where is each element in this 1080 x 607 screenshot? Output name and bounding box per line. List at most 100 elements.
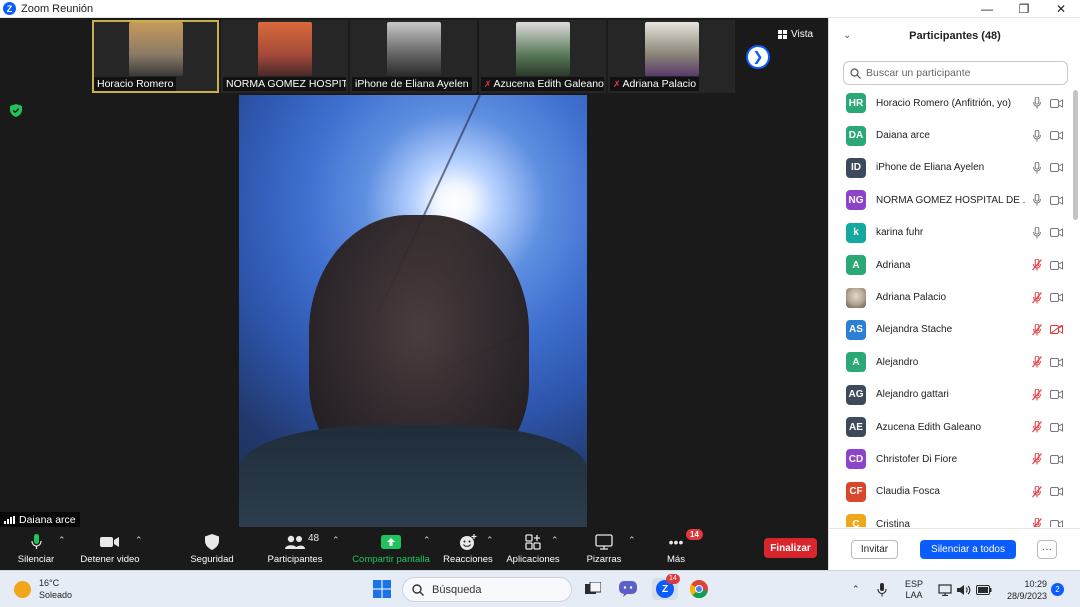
participant-row[interactable]: NG NORMA GOMEZ HOSPITAL DE ... — [829, 184, 1071, 216]
participant-row[interactable]: CF Claudia Fosca — [829, 476, 1071, 508]
mic-muted-icon[interactable] — [1032, 291, 1042, 304]
mic-muted-icon[interactable] — [1032, 485, 1042, 498]
participant-row[interactable]: ID iPhone de Eliana Ayelen — [829, 152, 1071, 184]
share-screen-icon — [381, 533, 401, 551]
mute-options-caret[interactable]: ⌃ — [58, 535, 66, 546]
signal-icon — [4, 515, 15, 524]
notification-badge[interactable]: 2 — [1051, 583, 1064, 596]
share-options-caret[interactable]: ⌃ — [423, 535, 431, 546]
thumbnail-0[interactable]: Horacio Romero — [92, 20, 219, 93]
zoom-taskbar-icon[interactable]: Z 14 — [652, 574, 680, 600]
language-indicator[interactable]: ESP LAA — [905, 571, 923, 607]
security-button[interactable]: Seguridad — [189, 528, 235, 570]
network-icon[interactable] — [938, 571, 952, 607]
whiteboards-options-caret[interactable]: ⌃ — [628, 535, 636, 546]
camera-icon[interactable] — [1049, 131, 1063, 141]
participant-search-input[interactable]: Buscar un participante — [843, 61, 1068, 85]
invite-button[interactable]: Invitar — [851, 540, 898, 559]
maximize-button[interactable]: ❐ — [1006, 0, 1042, 18]
microphone-icon[interactable] — [1032, 161, 1042, 174]
camera-icon[interactable] — [1049, 422, 1063, 432]
participants-count: 48 — [308, 533, 320, 544]
taskbar-search-box[interactable]: Búsqueda — [402, 577, 572, 602]
microphone-icon[interactable] — [1032, 194, 1042, 206]
camera-icon[interactable] — [1049, 163, 1063, 173]
camera-icon[interactable] — [1049, 487, 1063, 497]
view-button[interactable]: Vista — [778, 26, 813, 42]
mic-muted-icon[interactable] — [1032, 259, 1042, 271]
participant-name: Adriana — [876, 259, 911, 271]
task-view-icon[interactable] — [582, 578, 604, 600]
thumbnail-name: ✗ Adriana Palacio — [610, 77, 700, 91]
camera-icon[interactable] — [1049, 357, 1063, 367]
thumbnail-name: iPhone de Eliana Ayelen — [352, 77, 472, 91]
participant-row[interactable]: AS Alejandra Stache — [829, 314, 1071, 346]
thumbnail-3[interactable]: ✗ Azucena Edith Galeano — [479, 20, 606, 93]
camera-icon[interactable] — [1049, 228, 1063, 238]
mic-muted-icon[interactable] — [1032, 421, 1042, 433]
avatar: AS — [846, 319, 866, 340]
collapse-chevron-icon[interactable]: ⌄ — [843, 30, 851, 41]
apps-icon — [525, 533, 541, 551]
camera-icon[interactable] — [1049, 260, 1063, 270]
camera-icon[interactable] — [1049, 519, 1063, 527]
participant-row[interactable]: C Cristina — [829, 508, 1071, 527]
camera-icon[interactable] — [1049, 293, 1063, 303]
microphone-icon[interactable] — [1032, 97, 1042, 109]
stop-video-button[interactable]: Detener video — [80, 528, 140, 570]
people-icon — [285, 533, 305, 551]
reactions-options-caret[interactable]: ⌃ — [486, 535, 494, 546]
battery-icon[interactable] — [976, 571, 992, 607]
next-page-button[interactable]: ❯ — [746, 45, 770, 69]
weather-widget[interactable]: 16°C Soleado — [14, 577, 72, 601]
participant-row[interactable]: HR Horacio Romero (Anfitrión, yo) — [829, 87, 1071, 119]
clock[interactable]: 10:29 28/9/2023 — [1003, 571, 1047, 607]
microphone-icon[interactable] — [1032, 129, 1042, 142]
start-button[interactable] — [371, 578, 393, 600]
participant-name: Cristina — [876, 518, 910, 527]
whiteboard-icon — [595, 533, 613, 551]
camera-icon[interactable] — [1049, 454, 1063, 464]
camera-icon[interactable] — [1049, 390, 1063, 400]
camera-icon[interactable] — [1049, 195, 1063, 205]
participant-row[interactable]: k karina fuhr — [829, 217, 1071, 249]
camera-off-icon[interactable] — [1049, 325, 1063, 335]
whiteboards-button[interactable]: Pizarras — [583, 528, 625, 570]
mic-muted-icon[interactable] — [1032, 388, 1042, 401]
mute-button[interactable]: Silenciar — [14, 528, 58, 570]
thumbnail-2[interactable]: iPhone de Eliana Ayelen — [350, 20, 477, 93]
end-meeting-button[interactable]: Finalizar — [764, 538, 817, 558]
participant-row[interactable]: CD Christofer Di Fiore — [829, 443, 1071, 475]
camera-icon[interactable] — [1049, 98, 1063, 108]
video-options-caret[interactable]: ⌃ — [135, 535, 143, 546]
volume-icon[interactable] — [957, 571, 971, 607]
participant-list-scrollbar[interactable] — [1073, 90, 1078, 220]
more-options-button[interactable]: ··· — [1037, 540, 1057, 559]
participant-row[interactable]: AE Azucena Edith Galeano — [829, 411, 1071, 443]
thumbnail-1[interactable]: NORMA GOMEZ HOSPIT... — [221, 20, 348, 93]
mic-muted-icon[interactable] — [1032, 356, 1042, 368]
minimize-button[interactable]: — — [969, 0, 1005, 18]
participants-options-caret[interactable]: ⌃ — [332, 535, 340, 546]
participant-row[interactable]: A Adriana — [829, 249, 1071, 281]
mic-muted-icon[interactable] — [1032, 518, 1042, 527]
teams-chat-icon[interactable] — [617, 578, 639, 600]
chrome-icon[interactable] — [688, 578, 710, 600]
thumbnail-4[interactable]: ✗ Adriana Palacio — [608, 20, 735, 93]
microphone-icon[interactable] — [1032, 226, 1042, 239]
apps-options-caret[interactable]: ⌃ — [551, 535, 559, 546]
participant-row[interactable]: AG Alejandro gattari — [829, 379, 1071, 411]
thumbnail-video — [129, 22, 183, 76]
participant-row[interactable]: A Alejandro — [829, 346, 1071, 378]
close-button[interactable]: ✕ — [1043, 0, 1079, 18]
participant-row[interactable]: DA Daiana arce — [829, 119, 1071, 151]
participant-row[interactable]: Adriana Palacio — [829, 281, 1071, 313]
avatar — [846, 287, 866, 308]
mic-muted-icon[interactable] — [1032, 323, 1042, 336]
microphone-tray-icon[interactable] — [877, 571, 887, 607]
panel-footer: Invitar Silenciar a todos ··· — [829, 528, 1080, 570]
mute-all-button[interactable]: Silenciar a todos — [920, 540, 1016, 559]
mic-muted-icon[interactable] — [1032, 453, 1042, 465]
share-screen-button[interactable]: Compartir pantalla — [351, 528, 431, 570]
show-hidden-icons[interactable]: ⌃ — [852, 571, 860, 607]
